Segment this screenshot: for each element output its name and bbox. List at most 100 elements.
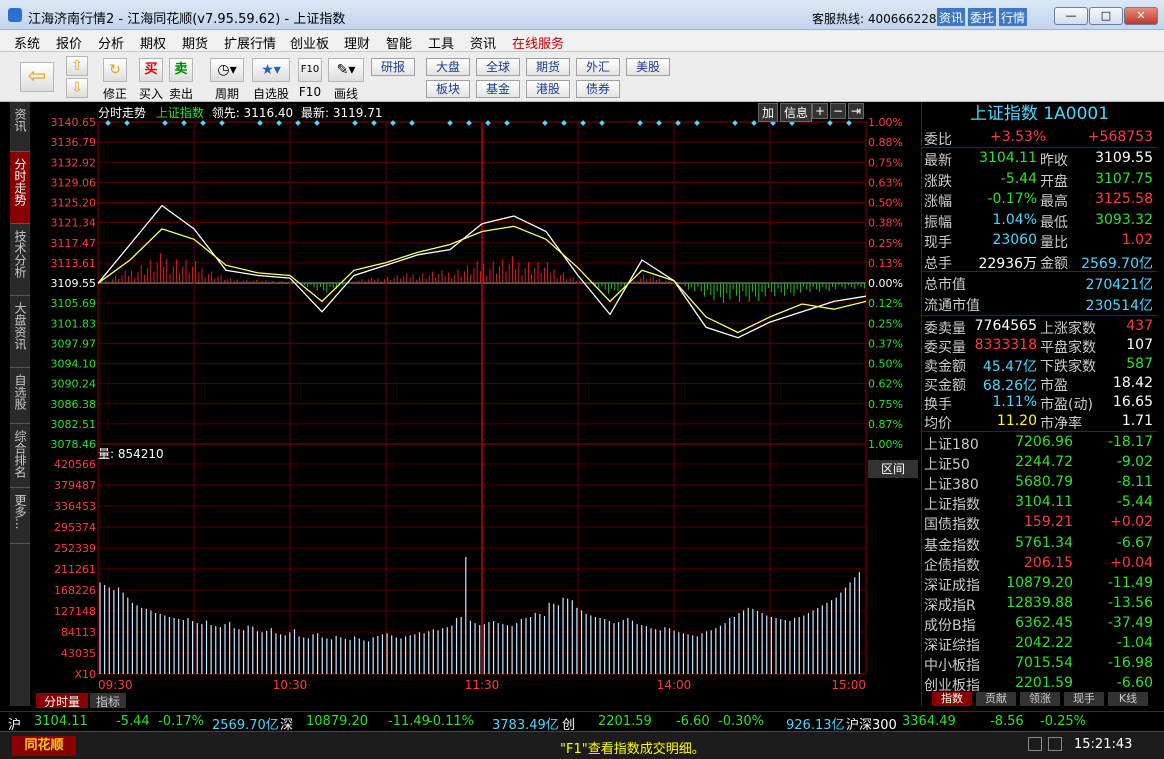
index-row[interactable]: 创业板指 2201.59 -6.60 bbox=[922, 673, 1157, 694]
info-button[interactable]: 信息 bbox=[780, 103, 813, 122]
hk-stocks-button[interactable]: 港股 bbox=[526, 80, 570, 98]
event-marker bbox=[542, 120, 548, 126]
index-price: 6362.45 bbox=[1015, 614, 1073, 631]
index-row[interactable]: 深证综指 2042.22 -1.04 bbox=[922, 633, 1157, 654]
tab-more[interactable]: 更多... bbox=[10, 488, 30, 544]
menu-gem[interactable]: 创业板 bbox=[290, 33, 329, 52]
buy-label[interactable]: 买入 bbox=[137, 85, 165, 102]
quote-label: 昨收 bbox=[1040, 153, 1068, 169]
index-price: 12839.88 bbox=[1006, 594, 1073, 611]
sell-icon[interactable]: 卖 bbox=[169, 58, 193, 82]
menu-extended[interactable]: 扩展行情 bbox=[224, 33, 276, 52]
menu-options[interactable]: 期权 bbox=[140, 33, 166, 52]
quote-label: 涨幅 bbox=[924, 194, 952, 210]
market-dropdown[interactable]: 大盘 bbox=[426, 58, 470, 76]
toolbar: ⇦ ⇧ ⇩ ↻ 修正 买 买入 卖 卖出 ◷▾ 周期 ★▾ 自选股 F10 F1… bbox=[0, 52, 1164, 102]
tab-watchlist[interactable]: 自选股 bbox=[10, 368, 30, 424]
close-button[interactable]: ✕ bbox=[1124, 7, 1158, 25]
panel-tab[interactable]: 指数 bbox=[932, 692, 972, 706]
menu-futures[interactable]: 期货 bbox=[182, 33, 208, 52]
intraday-chart-svg[interactable]: 3140.65 1.00% 3136.79 0.88% 3132.92 0.75% 3129… bbox=[30, 102, 922, 706]
pct-tick-label: 0.50% bbox=[868, 358, 903, 371]
back-arrow-icon[interactable]: ⇦ bbox=[20, 62, 54, 92]
period-clock-icon[interactable]: ◷▾ bbox=[210, 58, 244, 82]
menu-tools[interactable]: 工具 bbox=[428, 33, 454, 52]
menu-news[interactable]: 资讯 bbox=[470, 33, 496, 52]
f10-icon[interactable]: F10 bbox=[298, 58, 322, 82]
index-price: 2201.59 bbox=[1015, 675, 1073, 692]
tab-volume[interactable]: 分时量 bbox=[36, 693, 88, 709]
period-label[interactable]: 周期 bbox=[210, 85, 244, 102]
menu-finance[interactable]: 理财 bbox=[344, 33, 370, 52]
event-marker bbox=[637, 120, 643, 126]
buy-icon[interactable]: 买 bbox=[139, 58, 163, 82]
index-row[interactable]: 成份B指 6362.45 -37.49 bbox=[922, 613, 1157, 634]
index-change: -6.60 bbox=[1116, 675, 1153, 692]
watchlist-star-icon[interactable]: ★▾ bbox=[252, 58, 290, 82]
fix-label[interactable]: 修正 bbox=[101, 85, 129, 102]
index-row[interactable]: 中小板指 7015.54 -16.98 bbox=[922, 653, 1157, 674]
tab-market-news[interactable]: 大盘资讯 bbox=[10, 296, 30, 368]
tab-intraday[interactable]: 分时走势 bbox=[10, 152, 30, 224]
market-button[interactable]: 行情 bbox=[999, 8, 1028, 26]
refresh-icon[interactable]: ↻ bbox=[103, 58, 127, 82]
research-dropdown[interactable]: 研报 bbox=[371, 58, 415, 76]
panel-tab[interactable]: K线 bbox=[1108, 692, 1148, 706]
menu-smart[interactable]: 智能 bbox=[386, 33, 412, 52]
fund-dropdown[interactable]: 基金 bbox=[476, 80, 520, 98]
range-button[interactable]: 区间 bbox=[868, 460, 918, 478]
index-row[interactable]: 上证180 7206.96 -18.17 bbox=[922, 432, 1157, 453]
panel-tab[interactable]: 现手 bbox=[1064, 692, 1104, 706]
pct-tick-label: 0.88% bbox=[868, 136, 903, 149]
tab-indicator[interactable]: 指标 bbox=[90, 693, 126, 709]
tab-technical[interactable]: 技术分析 bbox=[10, 224, 30, 296]
tab-ranking[interactable]: 综合排名 bbox=[10, 424, 30, 488]
index-row[interactable]: 深证成指 10879.20 -11.49 bbox=[922, 573, 1157, 594]
pencil-icon[interactable]: ✎▾ bbox=[328, 58, 364, 82]
intraday-chart[interactable]: 3140.65 1.00% 3136.79 0.88% 3132.92 0.75% 3129… bbox=[30, 102, 922, 706]
quote-value: -0.17% bbox=[987, 191, 1037, 207]
menu-quote[interactable]: 报价 bbox=[56, 33, 82, 52]
index-row[interactable]: 上证50 2244.72 -9.02 bbox=[922, 452, 1157, 473]
event-marker bbox=[447, 120, 453, 126]
f10-label[interactable]: F10 bbox=[296, 85, 324, 99]
index-row[interactable]: 上证指数 3104.11 -5.44 bbox=[922, 492, 1157, 513]
news-button[interactable]: 资讯 bbox=[937, 8, 966, 26]
add-button[interactable]: 加 bbox=[758, 103, 779, 122]
index-row[interactable]: 企债指数 206.15 +0.04 bbox=[922, 553, 1157, 574]
panel-tab[interactable]: 贡献 bbox=[976, 692, 1016, 706]
tab-more-label: 更多... bbox=[13, 494, 27, 530]
window-icon[interactable] bbox=[1028, 737, 1042, 751]
expand-button[interactable]: ⇥ bbox=[848, 103, 864, 119]
index-row[interactable]: 基金指数 5761.34 -6.67 bbox=[922, 533, 1157, 554]
forex-button[interactable]: 外汇 bbox=[576, 58, 620, 76]
minimize-button[interactable]: — bbox=[1054, 7, 1088, 25]
bonds-button[interactable]: 债券 bbox=[576, 80, 620, 98]
panel-tab[interactable]: 领涨 bbox=[1020, 692, 1060, 706]
menu-online-service[interactable]: 在线服务 bbox=[512, 33, 564, 52]
grid-icon[interactable] bbox=[1048, 737, 1062, 751]
menu-system[interactable]: 系统 bbox=[14, 33, 40, 52]
watchlist-label[interactable]: 自选股 bbox=[250, 85, 292, 102]
index-name: 基金指数 bbox=[924, 537, 980, 554]
us-stocks-button[interactable]: 美股 bbox=[626, 58, 670, 76]
tab-news[interactable]: 资讯 bbox=[10, 102, 30, 152]
ths-logo[interactable]: 同花顺 bbox=[12, 736, 76, 756]
global-dropdown[interactable]: 全球 bbox=[476, 58, 520, 76]
clock: 15:21:43 bbox=[1074, 737, 1133, 752]
sector-dropdown[interactable]: 板块 bbox=[426, 80, 470, 98]
draw-label[interactable]: 画线 bbox=[328, 85, 364, 102]
maximize-button[interactable]: □ bbox=[1089, 7, 1123, 25]
up-arrow-icon[interactable]: ⇧ bbox=[66, 56, 88, 76]
depth-value: 8333318 bbox=[974, 337, 1037, 353]
index-row[interactable]: 上证380 5680.79 -8.11 bbox=[922, 472, 1157, 493]
trade-button[interactable]: 委托 bbox=[968, 8, 997, 26]
index-row[interactable]: 深成指R 12839.88 -13.56 bbox=[922, 593, 1157, 614]
futures-dropdown[interactable]: 期货 bbox=[526, 58, 570, 76]
down-arrow-icon[interactable]: ⇩ bbox=[66, 78, 88, 98]
zoom-in-button[interactable]: + bbox=[812, 103, 828, 119]
sell-label[interactable]: 卖出 bbox=[167, 85, 195, 102]
menu-analysis[interactable]: 分析 bbox=[98, 33, 124, 52]
index-row[interactable]: 国债指数 159.21 +0.02 bbox=[922, 512, 1157, 533]
zoom-out-button[interactable]: − bbox=[830, 103, 846, 119]
